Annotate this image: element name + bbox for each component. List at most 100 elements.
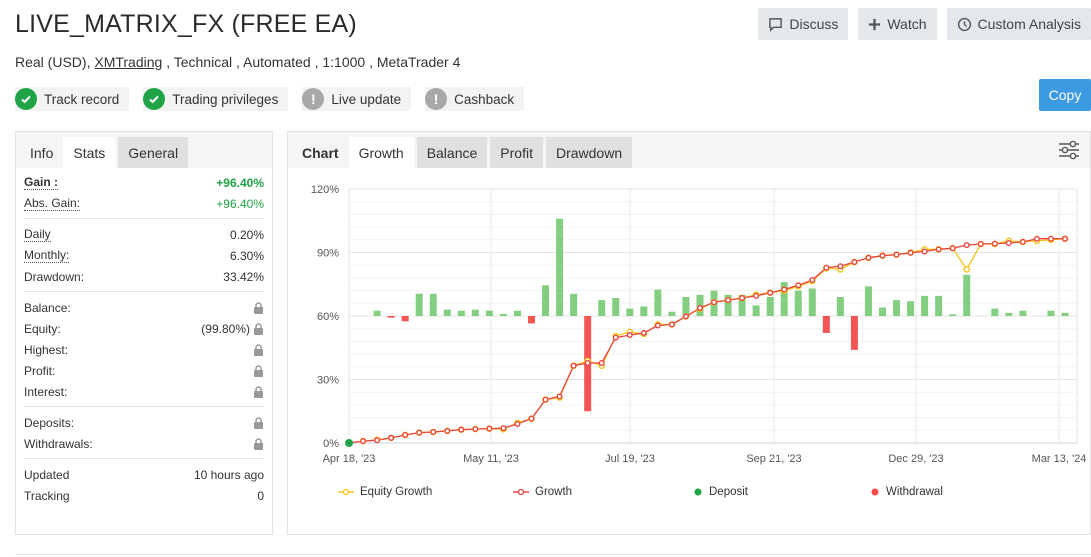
tab-general[interactable]: General — [118, 137, 189, 168]
stat-label: Drawdown: — [24, 269, 85, 284]
growth-point — [598, 359, 605, 366]
stat-value: (99.80%) — [201, 321, 250, 336]
stat-label[interactable]: Monthly: — [24, 248, 70, 263]
stat-label: Withdrawals: — [24, 436, 93, 451]
chart-settings-icon[interactable] — [1058, 140, 1080, 160]
profit-bar — [991, 308, 999, 316]
x-tick-label: Jul 19, '23 — [605, 453, 655, 465]
growth-point — [893, 251, 900, 258]
tab-balance[interactable]: Balance — [416, 137, 488, 168]
stat-label[interactable]: Abs. Gain: — [24, 196, 81, 211]
growth-point — [865, 254, 872, 261]
stats-panel: Info Stats General Gain : +96.40% Abs. Ga… — [15, 131, 273, 535]
watch-button[interactable]: Watch — [858, 8, 937, 40]
profit-bar — [443, 309, 451, 316]
profit-bar — [893, 300, 901, 316]
stat-value: 10 hours ago — [193, 467, 264, 482]
equity-point — [963, 266, 971, 273]
loss-bar — [401, 316, 409, 322]
section-divider — [15, 554, 1091, 555]
profit-bar — [457, 310, 465, 316]
discuss-button[interactable]: Discuss — [758, 8, 849, 40]
stat-label[interactable]: Gain : — [24, 175, 59, 190]
badge-label: Track record — [44, 91, 120, 107]
growth-point — [1047, 235, 1054, 242]
divider — [24, 218, 264, 219]
growth-point — [682, 313, 689, 320]
stat-label: Balance: — [24, 300, 71, 315]
growth-point — [753, 292, 760, 299]
legend-equity-growth[interactable]: Equity Growth — [338, 486, 513, 498]
stat-equity: Equity: (99.80%) — [24, 318, 264, 339]
growth-point — [837, 263, 844, 270]
growth-point — [402, 431, 409, 438]
divider — [24, 406, 264, 407]
legend-growth[interactable]: Growth — [513, 486, 693, 498]
growth-point — [921, 248, 928, 255]
profit-bar — [415, 293, 423, 316]
legend-label: Growth — [535, 486, 573, 498]
growth-chart[interactable]: 0% 30% 60% 90% 120% Apr 18, '23 May 11, '23 Jul… — [288, 169, 1090, 479]
comment-icon — [769, 17, 783, 32]
growth-point — [430, 428, 437, 435]
growth-point — [612, 334, 619, 341]
stat-updated: Updated 10 hours ago — [24, 464, 264, 485]
growth-point — [977, 241, 984, 248]
check-icon — [15, 88, 37, 110]
copy-button[interactable]: Copy — [1039, 79, 1091, 111]
check-icon — [143, 88, 166, 110]
tab-drawdown[interactable]: Drawdown — [545, 137, 633, 168]
growth-point — [795, 282, 802, 289]
tab-info[interactable]: Info — [20, 137, 63, 168]
y-tick-label: 90% — [317, 248, 339, 260]
profit-bar — [1047, 310, 1055, 316]
tab-stats[interactable]: Stats — [63, 137, 116, 168]
tab-growth[interactable]: Growth — [348, 137, 414, 168]
x-tick-label: Sep 21, '23 — [746, 453, 801, 465]
profit-bar — [542, 285, 550, 316]
lock-icon — [254, 364, 263, 377]
stat-profit: Profit: — [24, 360, 264, 381]
profit-bar — [373, 310, 381, 316]
withdrawal-dot-icon — [871, 488, 879, 496]
legend-withdrawal[interactable]: Withdrawal — [870, 486, 943, 498]
stat-value: 0 — [257, 488, 264, 503]
growth-point — [556, 393, 563, 400]
divider — [24, 291, 264, 292]
loss-bar — [822, 316, 830, 333]
legend-deposit[interactable]: Deposit — [693, 486, 870, 498]
account-details: , Technical , Automated , 1:1000 , MetaT… — [162, 54, 461, 70]
tab-profit[interactable]: Profit — [490, 137, 543, 168]
growth-point — [570, 362, 577, 369]
profit-bar — [612, 298, 620, 316]
loss-bar — [387, 316, 395, 318]
badge-track-record[interactable]: Track record — [15, 87, 130, 111]
exclamation-icon: ! — [302, 88, 325, 110]
x-tick-label: Dec 29, '23 — [888, 453, 943, 465]
stat-label[interactable]: Daily — [24, 227, 51, 242]
growth-point — [360, 438, 367, 445]
growth-point — [500, 425, 507, 432]
growth-point — [823, 264, 830, 271]
custom-analysis-button[interactable]: Custom Analysis — [946, 8, 1091, 40]
growth-point — [879, 252, 886, 259]
lock-icon — [254, 343, 263, 356]
growth-point — [991, 240, 998, 247]
deposit-point — [345, 439, 353, 447]
badge-live-update[interactable]: ! Live update — [302, 87, 412, 111]
badge-cashback[interactable]: ! Cashback — [425, 87, 525, 111]
broker-link[interactable]: XMTrading — [94, 54, 162, 70]
growth-point — [654, 322, 661, 329]
growth-point — [809, 277, 816, 284]
profit-bar — [626, 308, 634, 316]
profit-bar — [921, 295, 929, 316]
stat-label: Profit: — [24, 363, 56, 378]
stat-tracking: Tracking 0 — [24, 485, 264, 506]
chart-panel: Chart Growth Balance Profit Drawdown 0% 3… — [287, 131, 1091, 535]
exclamation-icon: ! — [425, 88, 448, 110]
account-subtitle: Real (USD), XMTrading , Technical , Auto… — [15, 54, 460, 70]
growth-point — [528, 415, 535, 422]
growth-point — [949, 245, 956, 252]
badge-trading-privileges[interactable]: Trading privileges — [143, 87, 289, 111]
stat-interest: Interest: — [24, 381, 264, 402]
